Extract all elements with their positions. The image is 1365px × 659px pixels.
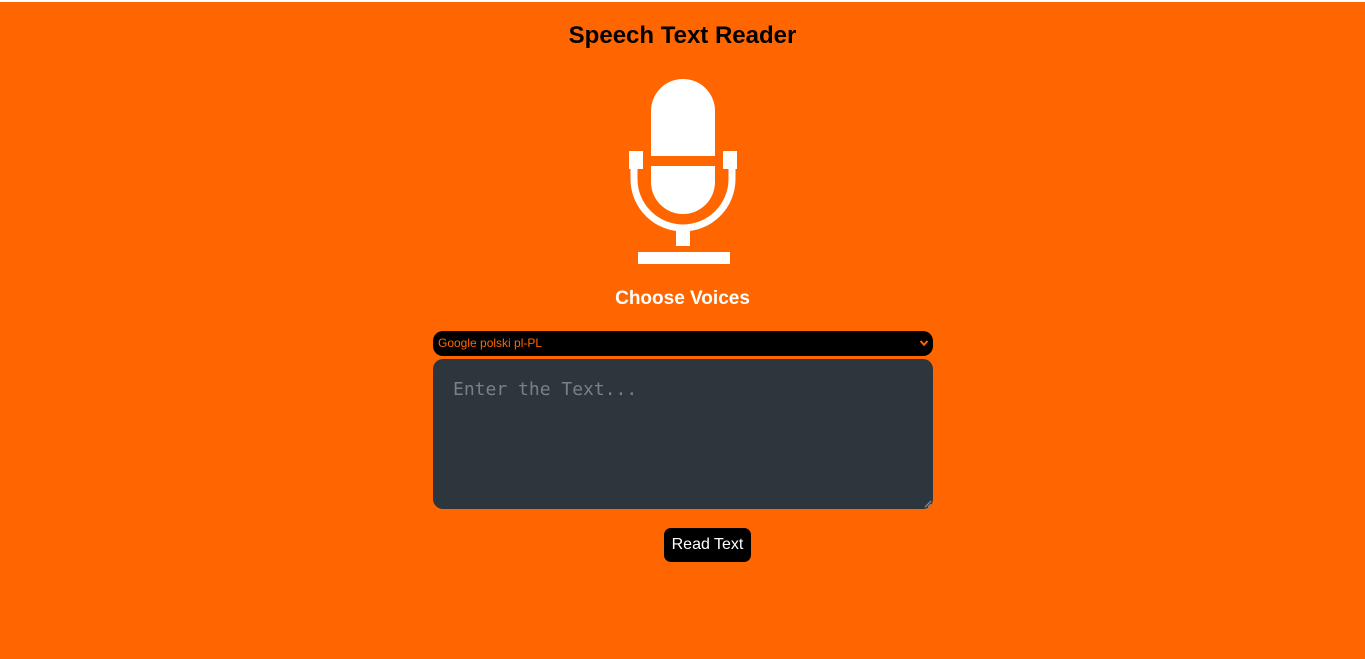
page-title: Speech Text Reader	[568, 22, 797, 49]
microphone-icon	[629, 79, 737, 264]
chevron-down-icon	[919, 340, 929, 347]
text-input-placeholder: Enter the Text...	[453, 379, 638, 400]
read-text-button[interactable]: Read Text	[664, 528, 751, 562]
voice-select[interactable]: Google polski pl-PL	[433, 331, 933, 356]
text-input[interactable]: Enter the Text...	[433, 359, 933, 509]
voice-select-value: Google polski pl-PL	[438, 336, 543, 350]
choose-voices-heading: Choose Voices	[615, 288, 750, 309]
resize-handle-icon[interactable]	[924, 500, 932, 508]
page-background: Speech Text Reader Choose Voices Google …	[0, 2, 1365, 659]
